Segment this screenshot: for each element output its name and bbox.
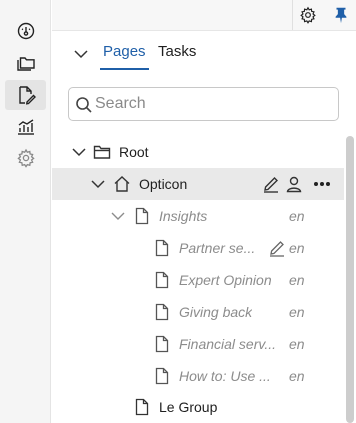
page-icon: [155, 303, 169, 321]
language-label: en: [289, 304, 305, 320]
tree-row-expert-opinion[interactable]: Expert Opinion en: [52, 264, 344, 296]
tree-row-partner[interactable]: Partner se... en: [52, 232, 344, 264]
search-icon: [76, 97, 92, 113]
content-nav-button[interactable]: [5, 49, 46, 79]
language-label: en: [289, 336, 305, 352]
gear-icon: [300, 6, 316, 24]
pin-panel-button[interactable]: [331, 5, 351, 25]
page-icon: [155, 271, 169, 289]
tree-row-how-to[interactable]: How to: Use ... en: [52, 360, 344, 392]
search-box: [68, 87, 339, 121]
analytics-chart-icon: [17, 119, 34, 135]
page-icon: [135, 398, 149, 416]
home-icon: [114, 176, 130, 192]
page-icon: [155, 367, 169, 385]
language-label: en: [289, 208, 305, 224]
expand-chevron-icon[interactable]: [70, 143, 88, 161]
expand-chevron-icon[interactable]: [109, 207, 127, 225]
tree-row-giving-back[interactable]: Giving back en: [52, 296, 344, 328]
edit-document-icon: [18, 86, 36, 105]
tree-item-label: Le Group: [159, 399, 218, 415]
settings-nav-button[interactable]: [5, 143, 46, 173]
panel-settings-button[interactable]: [298, 5, 318, 25]
dashboard-gauge-icon: [17, 22, 34, 40]
left-nav-rail: [0, 0, 51, 423]
search-input[interactable]: [95, 92, 330, 116]
tree-row-financial-services[interactable]: Financial serv... en: [52, 328, 344, 360]
tree-row-root[interactable]: Root: [52, 136, 344, 168]
tree-item-label: How to: Use ...: [179, 368, 271, 384]
tab-pages[interactable]: Pages: [100, 42, 149, 70]
folder-icon: [93, 145, 111, 159]
tree-item-label: Partner se...: [179, 240, 256, 256]
page-icon: [135, 207, 149, 225]
toolbar-divider: [292, 0, 293, 30]
tree-row-opticon[interactable]: Opticon: [52, 168, 344, 200]
expand-chevron-icon[interactable]: [89, 175, 107, 193]
panel-toolbar: [52, 0, 356, 31]
folders-icon: [16, 57, 35, 71]
tree-item-label: Root: [119, 144, 149, 160]
page-icon: [155, 239, 169, 257]
tree-item-label: Giving back: [179, 304, 253, 320]
tree-item-label: Opticon: [139, 176, 188, 192]
tab-tasks[interactable]: Tasks: [158, 42, 196, 70]
language-label: en: [289, 272, 305, 288]
edit-pencil-icon[interactable]: [262, 175, 280, 193]
pin-icon: [335, 7, 347, 24]
collapse-chevron-icon[interactable]: [72, 45, 90, 63]
analytics-nav-button[interactable]: [5, 112, 46, 142]
tree-row-insights[interactable]: Insights en: [52, 200, 344, 232]
edit-nav-button[interactable]: [5, 80, 46, 110]
tab-bar: Pages Tasks: [52, 31, 356, 73]
settings-gear-icon: [16, 148, 35, 168]
edit-pencil-icon[interactable]: [268, 239, 286, 257]
dashboard-nav-button[interactable]: [5, 16, 46, 46]
page-icon: [155, 335, 169, 353]
scrollbar-thumb[interactable]: [346, 136, 354, 423]
tree-item-label: Insights: [159, 208, 208, 224]
tree-row-le-group[interactable]: Le Group: [52, 391, 344, 423]
language-label: en: [289, 240, 305, 256]
language-label: en: [289, 368, 305, 384]
more-options-icon[interactable]: [313, 175, 331, 193]
tree-item-label: Expert Opinion: [179, 272, 272, 288]
tree-item-label: Financial serv...: [179, 336, 276, 352]
user-icon[interactable]: [285, 175, 303, 193]
